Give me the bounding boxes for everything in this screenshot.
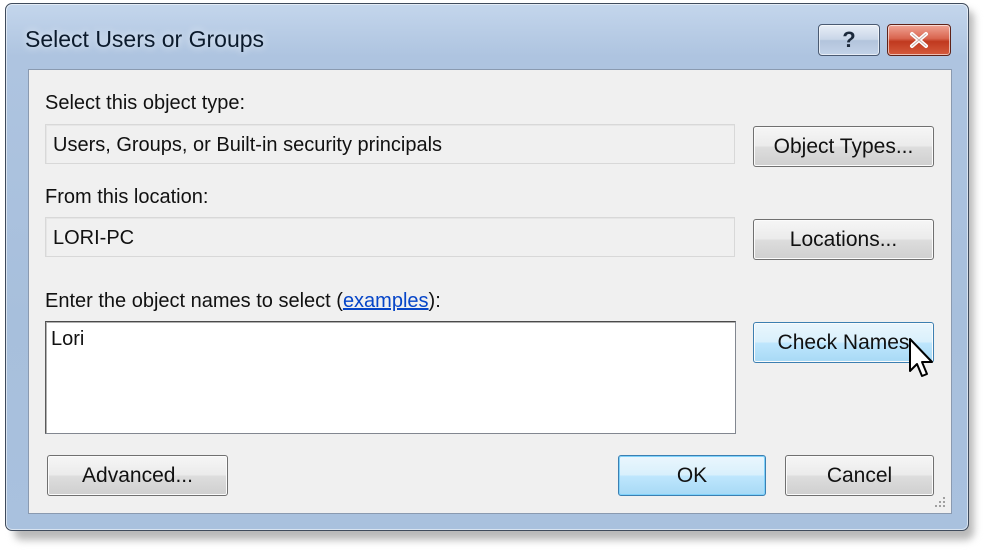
object-names-label: Enter the object names to select (exampl… bbox=[45, 290, 441, 313]
object-names-label-suffix: ): bbox=[428, 290, 441, 312]
dialog-client-area: Select this object type: Users, Groups, … bbox=[28, 69, 952, 514]
examples-link[interactable]: examples bbox=[343, 290, 429, 312]
dialog-window: Select Users or Groups ? Select this obj… bbox=[5, 3, 969, 531]
check-names-button[interactable]: Check Names bbox=[753, 322, 934, 363]
object-type-label: Select this object type: bbox=[45, 92, 246, 114]
ok-button[interactable]: OK bbox=[618, 455, 766, 496]
dialog-title: Select Users or Groups bbox=[25, 26, 265, 52]
location-field: LORI-PC bbox=[45, 217, 735, 257]
locations-button[interactable]: Locations... bbox=[753, 219, 934, 260]
object-names-input[interactable]: Lori bbox=[45, 321, 736, 434]
help-button[interactable]: ? bbox=[818, 24, 880, 56]
mouse-cursor-icon bbox=[909, 338, 933, 377]
object-names-label-prefix: Enter the object names to select ( bbox=[45, 290, 343, 312]
help-icon: ? bbox=[842, 27, 856, 52]
cancel-button[interactable]: Cancel bbox=[785, 455, 934, 496]
close-icon bbox=[910, 32, 928, 48]
resize-grip-icon[interactable] bbox=[931, 493, 947, 509]
object-types-button[interactable]: Object Types... bbox=[753, 126, 934, 167]
advanced-button[interactable]: Advanced... bbox=[47, 455, 228, 496]
close-button[interactable] bbox=[887, 24, 951, 56]
location-label: From this location: bbox=[45, 186, 209, 208]
object-type-field: Users, Groups, or Built-in security prin… bbox=[45, 124, 735, 164]
